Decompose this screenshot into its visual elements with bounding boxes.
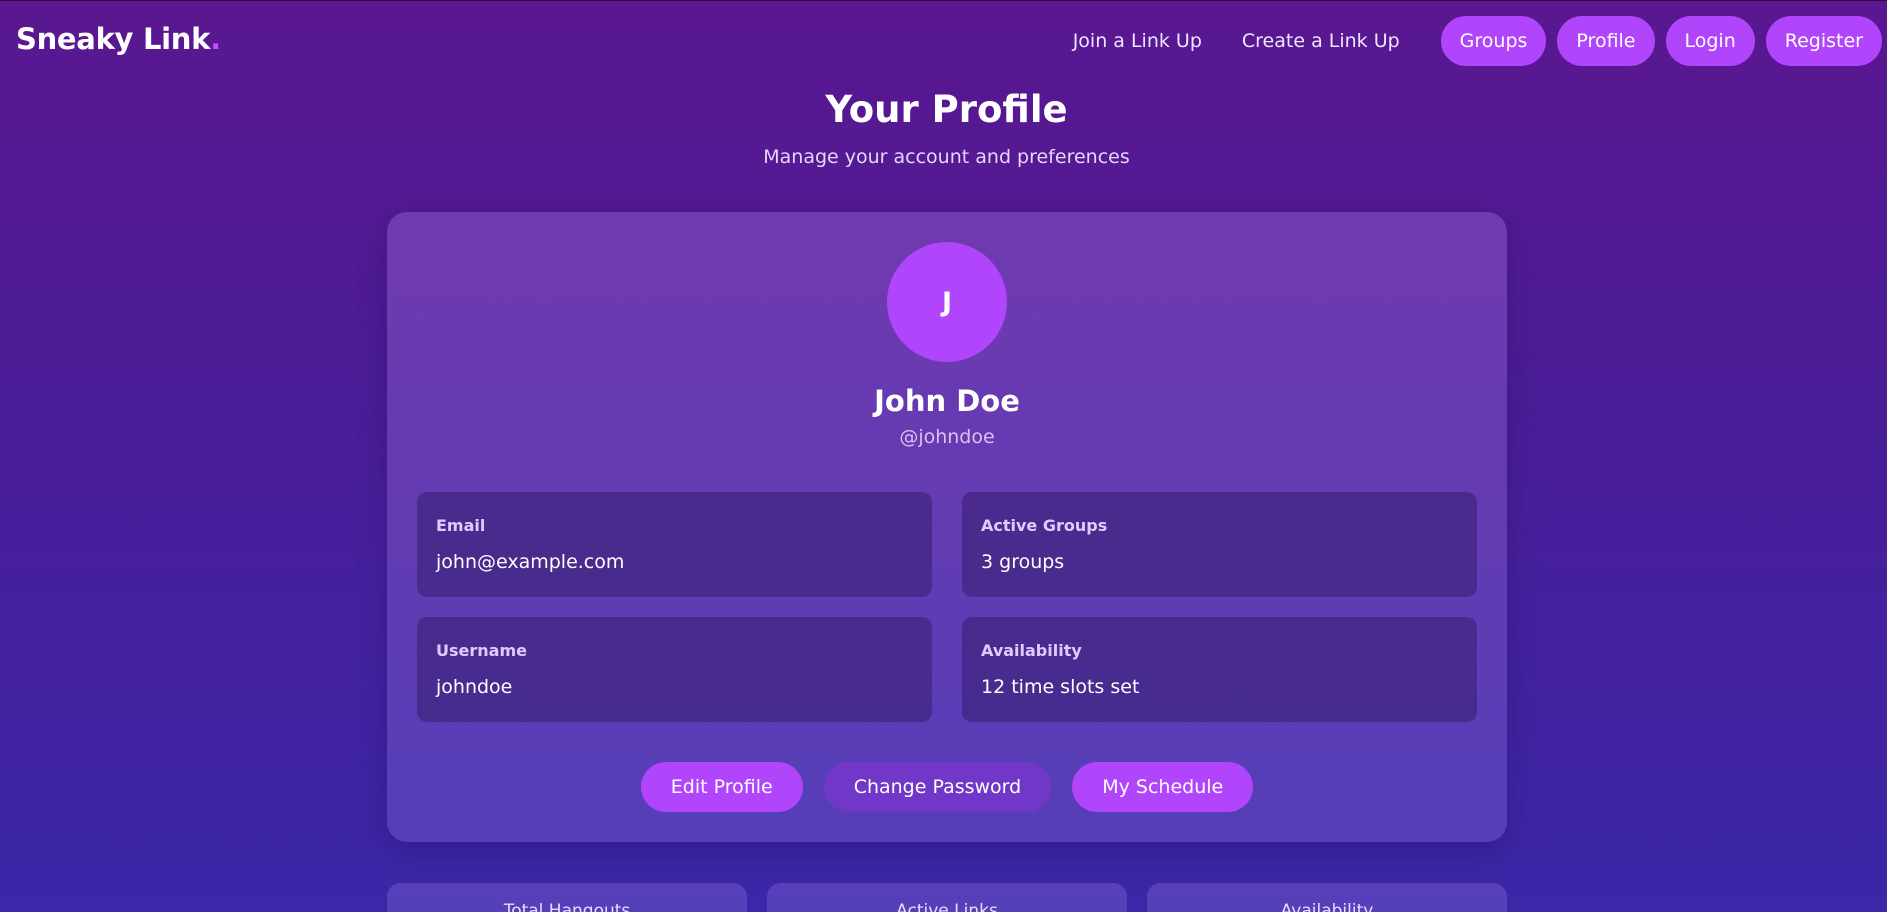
- stat-label-active-links: Active Links: [896, 901, 998, 912]
- username-info-box: Username johndoe: [417, 617, 932, 722]
- nav-profile-button[interactable]: Profile: [1557, 16, 1655, 66]
- username-label: Username: [436, 641, 527, 660]
- availability-info-box: Availability 12 time slots set: [962, 617, 1477, 722]
- profile-actions: Edit Profile Change Password My Schedule: [387, 762, 1507, 812]
- availability-value: 12 time slots set: [981, 676, 1140, 698]
- username-value: johndoe: [436, 676, 513, 698]
- brand-logo[interactable]: Sneaky Link.: [16, 22, 221, 56]
- profile-handle: @johndoe: [899, 426, 995, 448]
- brand-name: Sneaky Link: [16, 22, 211, 56]
- nav-login-button[interactable]: Login: [1665, 16, 1755, 66]
- nav-register-button[interactable]: Register: [1765, 16, 1882, 66]
- nav-groups-button[interactable]: Groups: [1440, 16, 1547, 66]
- active-groups-label: Active Groups: [981, 516, 1108, 535]
- active-groups-info-box: Active Groups 3 groups: [962, 492, 1477, 597]
- email-value: john@example.com: [436, 551, 625, 573]
- page-title: Your Profile: [825, 88, 1068, 131]
- brand-dot: .: [210, 22, 221, 56]
- availability-label: Availability: [981, 641, 1082, 660]
- email-info-box: Email john@example.com: [417, 492, 932, 597]
- nav-links: Join a Link Up Create a Link Up Groups P…: [1073, 16, 1882, 66]
- profile-name: John Doe: [874, 384, 1020, 418]
- stat-label-total-hangouts: Total Hangouts: [503, 901, 631, 912]
- nav-link-create[interactable]: Create a Link Up: [1242, 30, 1400, 52]
- my-schedule-button[interactable]: My Schedule: [1072, 762, 1254, 812]
- profile-card: J John Doe @johndoe Email john@example.c…: [387, 212, 1507, 842]
- page-subtitle: Manage your account and preferences: [763, 146, 1130, 168]
- stat-card-availability: Availability: [1147, 883, 1507, 912]
- change-password-button[interactable]: Change Password: [823, 762, 1052, 812]
- edit-profile-button[interactable]: Edit Profile: [640, 762, 803, 812]
- stat-card-total-hangouts: Total Hangouts: [387, 883, 747, 912]
- active-groups-value: 3 groups: [981, 551, 1065, 573]
- nav-link-join[interactable]: Join a Link Up: [1073, 30, 1202, 52]
- email-label: Email: [436, 516, 486, 535]
- top-navigation: Sneaky Link. Join a Link Up Create a Lin…: [0, 0, 1887, 84]
- stat-label-availability: Availability: [1280, 901, 1374, 912]
- stat-card-active-links: Active Links: [767, 883, 1127, 912]
- avatar: J: [887, 242, 1007, 362]
